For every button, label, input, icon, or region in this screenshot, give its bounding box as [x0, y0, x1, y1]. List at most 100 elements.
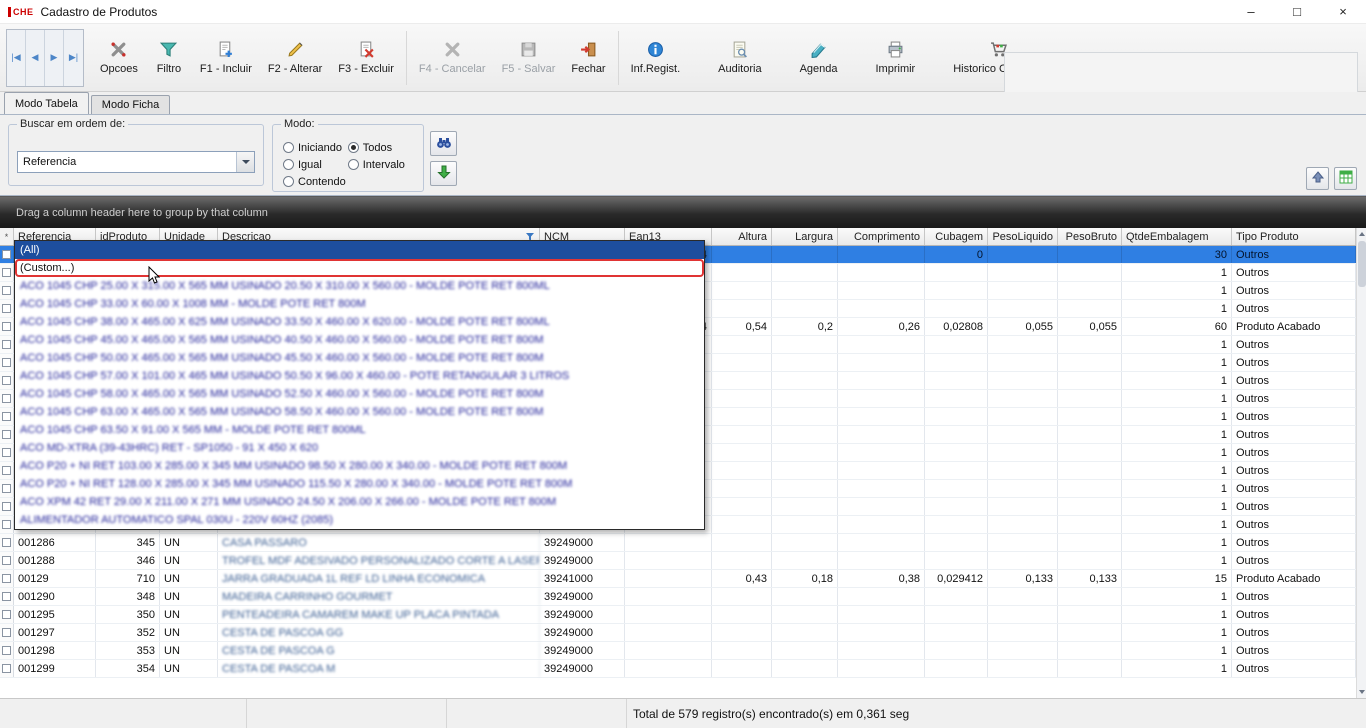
column-header-pesoliquido[interactable]: PesoLiquido [988, 228, 1058, 245]
row-checkbox-icon[interactable] [2, 556, 11, 565]
row-checkbox-icon[interactable] [2, 304, 11, 313]
cell-tipo-produto: Outros [1232, 390, 1356, 407]
tab-modo-tabela[interactable]: Modo Tabela [4, 92, 89, 114]
collapse-panel-button[interactable] [1306, 167, 1329, 190]
minimize-icon[interactable]: – [1228, 0, 1274, 23]
row-checkbox-icon[interactable] [2, 664, 11, 673]
filter-value-item[interactable]: ACO 1045 CHP 58.00 X 465.00 X 565 MM USI… [15, 385, 704, 403]
toolbar-button-f1-incluir[interactable]: F1 - Incluir [192, 29, 260, 87]
table-row[interactable]: 001295350UNPENTEADEIRA CAMAREM MAKE UP P… [0, 606, 1356, 624]
cell-tipo-produto: Outros [1232, 426, 1356, 443]
row-checkbox-icon[interactable] [2, 268, 11, 277]
filter-value-item[interactable]: ACO XPM 42 RET 29.00 X 211.00 X 271 MM U… [15, 493, 704, 511]
column-header-comprimento[interactable]: Comprimento [838, 228, 925, 245]
row-checkbox-icon[interactable] [2, 484, 11, 493]
close-icon[interactable]: × [1320, 0, 1366, 23]
row-checkbox-icon[interactable] [2, 358, 11, 367]
chevron-down-icon[interactable] [236, 152, 254, 172]
table-row[interactable]: 001286345UNCASA PASSARO392490001Outros [0, 534, 1356, 552]
row-checkbox-icon[interactable] [2, 340, 11, 349]
vertical-scrollbar[interactable] [1356, 228, 1366, 698]
radio-iniciando[interactable]: Iniciando [283, 139, 346, 156]
table-row[interactable]: 001297352UNCESTA DE PASCOA GG392490001Ou… [0, 624, 1356, 642]
column-header-altura[interactable]: Altura [712, 228, 772, 245]
column-header-qtdeembalagem[interactable]: QtdeEmbalagem [1122, 228, 1232, 245]
toolbar-button-opcoes[interactable]: Opcoes [92, 29, 146, 87]
radio-igual[interactable]: Igual [283, 156, 346, 173]
previous-record-button[interactable]: ◀ [26, 30, 45, 86]
filter-value-item[interactable]: ACO P20 + NI RET 103.00 X 285.00 X 345 M… [15, 457, 704, 475]
cell-qtdeembalagem: 1 [1122, 282, 1232, 299]
go-down-button[interactable] [430, 161, 457, 186]
filter-value-item[interactable]: ACO 1045 CHP 25.00 X 315.00 X 565 MM USI… [15, 277, 704, 295]
scroll-down-icon[interactable] [1357, 686, 1366, 698]
table-row[interactable]: 001288346UNTROFEL MDF ADESIVADO PERSONAL… [0, 552, 1356, 570]
cell-tipo-produto: Produto Acabado [1232, 570, 1356, 587]
toolbar-button-auditoria[interactable]: Auditoria [710, 29, 769, 87]
filter-value-item[interactable]: ACO 1045 CHP 45.00 X 465.00 X 565 MM USI… [15, 331, 704, 349]
filter-option-all[interactable]: (All) [15, 241, 704, 259]
group-by-panel[interactable]: Drag a column header here to group by th… [0, 196, 1366, 228]
column-header-cubagem[interactable]: Cubagem [925, 228, 988, 245]
toolbar-button-f2-alterar[interactable]: F2 - Alterar [260, 29, 330, 87]
toolbar-button-fechar[interactable]: Fechar [563, 29, 613, 87]
filter-option-custom[interactable]: (Custom...) [15, 259, 704, 277]
toolbar-button-f3-excluir[interactable]: F3 - Excluir [330, 29, 402, 87]
filter-value-item[interactable]: ACO 1045 CHP 63.50 X 91.00 X 565 MM - MO… [15, 421, 704, 439]
row-checkbox-icon[interactable] [2, 502, 11, 511]
radio-contendo[interactable]: Contendo [283, 173, 346, 190]
radio-todos[interactable]: Todos [348, 139, 405, 156]
row-checkbox-icon[interactable] [2, 250, 11, 259]
maximize-icon[interactable]: □ [1274, 0, 1320, 23]
last-record-button[interactable]: ▶| [64, 30, 83, 86]
scroll-up-icon[interactable] [1357, 228, 1366, 240]
cell-unidade: UN [160, 534, 218, 551]
row-checkbox-icon[interactable] [2, 466, 11, 475]
toolbar-button-inf-regist[interactable]: Inf.Regist. [623, 29, 689, 87]
row-checkbox-icon[interactable] [2, 574, 11, 583]
filter-value-item[interactable]: ACO 1045 CHP 63.00 X 465.00 X 565 MM USI… [15, 403, 704, 421]
row-checkbox-icon[interactable] [2, 610, 11, 619]
toolbar-button-label: Fechar [571, 63, 605, 75]
table-row[interactable]: 001299354UNCESTA DE PASCOA M392490001Out… [0, 660, 1356, 678]
radio-intervalo[interactable]: Intervalo [348, 156, 405, 173]
cell-cubagem [925, 354, 988, 371]
filter-value-item[interactable]: ACO P20 + NI RET 128.00 X 285.00 X 345 M… [15, 475, 704, 493]
row-checkbox-icon[interactable] [2, 286, 11, 295]
tab-modo-ficha[interactable]: Modo Ficha [91, 95, 170, 114]
row-checkbox-icon[interactable] [2, 646, 11, 655]
row-checkbox-icon[interactable] [2, 322, 11, 331]
cell-pesobruto: 0,055 [1058, 318, 1122, 335]
toolbar-button-filtro[interactable]: Filtro [146, 29, 192, 87]
toolbar-button-agenda[interactable]: Agenda [792, 29, 846, 87]
next-record-button[interactable]: ▶ [45, 30, 64, 86]
row-checkbox-icon[interactable] [2, 412, 11, 421]
row-checkbox-icon[interactable] [2, 538, 11, 547]
row-checkbox-icon[interactable] [2, 592, 11, 601]
table-row[interactable]: 001290348UNMADEIRA CARRINHO GOURMET39249… [0, 588, 1356, 606]
toolbar-button-imprimir[interactable]: Imprimir [868, 29, 924, 87]
column-header-largura[interactable]: Largura [772, 228, 838, 245]
row-checkbox-icon[interactable] [2, 376, 11, 385]
search-button[interactable] [430, 131, 457, 156]
filter-value-item[interactable]: ACO 1045 CHP 50.00 X 465.00 X 565 MM USI… [15, 349, 704, 367]
row-checkbox-icon[interactable] [2, 448, 11, 457]
filter-value-item[interactable]: ACO 1045 CHP 33.00 X 60.00 X 1008 MM - M… [15, 295, 704, 313]
filter-value-item[interactable]: ACO MD-XTRA (39-43HRC) RET - SP1050 - 91… [15, 439, 704, 457]
filter-value-item[interactable]: ACO 1045 CHP 57.00 X 101.00 X 465 MM USI… [15, 367, 704, 385]
record-nav: |◀◀▶▶| [6, 29, 84, 87]
row-checkbox-icon[interactable] [2, 394, 11, 403]
column-header-tipo-produto[interactable]: Tipo Produto [1232, 228, 1356, 245]
filter-value-item[interactable]: ACO 1045 CHP 38.00 X 465.00 X 625 MM USI… [15, 313, 704, 331]
order-combobox[interactable]: Referencia [17, 151, 255, 173]
export-grid-button[interactable] [1334, 167, 1357, 190]
column-header-pesobruto[interactable]: PesoBruto [1058, 228, 1122, 245]
row-checkbox-icon[interactable] [2, 520, 11, 529]
row-checkbox-icon[interactable] [2, 628, 11, 637]
scrollbar-thumb[interactable] [1358, 241, 1366, 287]
first-record-button[interactable]: |◀ [7, 30, 26, 86]
table-row[interactable]: 001298353UNCESTA DE PASCOA G392490001Out… [0, 642, 1356, 660]
row-checkbox-icon[interactable] [2, 430, 11, 439]
filter-value-item[interactable]: ALIMENTADOR AUTOMATICO SPAL 030U - 220V … [15, 511, 704, 529]
table-row[interactable]: 00129710UNJARRA GRADUADA 1L REF LD LINHA… [0, 570, 1356, 588]
